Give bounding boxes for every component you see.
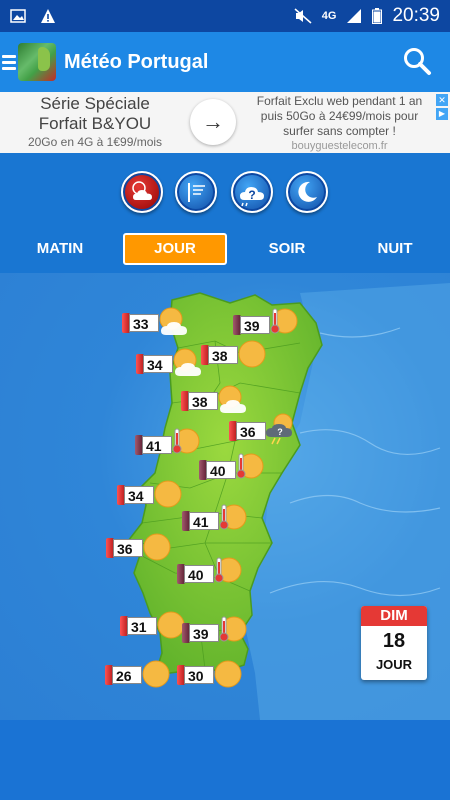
status-bar: 4G 20:39 <box>0 0 450 32</box>
ad-headline-2: Forfait B&YOU <box>38 114 152 133</box>
clock: 20:39 <box>392 5 440 26</box>
thermometer-sun-icon <box>219 616 247 642</box>
temperature-label: 30 <box>184 666 214 684</box>
temperature-label: 38 <box>208 346 238 364</box>
thermometer-sun-icon <box>219 504 247 530</box>
sun-icon <box>154 480 182 508</box>
ad-headline-1: Série Spéciale <box>40 94 150 113</box>
weather-mode-button[interactable] <box>121 171 163 213</box>
menu-icon[interactable] <box>2 54 16 70</box>
moon-icon <box>298 181 317 202</box>
svg-text:?: ? <box>277 427 283 437</box>
svg-text:?: ? <box>248 188 255 202</box>
thermometer-sun-icon <box>172 428 200 454</box>
sun-icon <box>142 660 170 688</box>
ad-arrow-button[interactable]: → <box>190 99 236 145</box>
temperature-label: 40 <box>206 461 236 479</box>
sun-cloud-icon <box>218 385 246 413</box>
sun-icon <box>143 533 171 561</box>
warning-notification-icon <box>41 9 55 23</box>
ad-right-text: Forfait Exclu web pendant 1 an puis 50Go… <box>242 92 437 153</box>
ad-subline: 20Go en 4G à 1€99/mois <box>27 135 163 149</box>
temperature-label: 40 <box>184 565 214 583</box>
app-title: Météo Portugal <box>64 50 209 73</box>
arrow-right-icon: → <box>202 109 224 134</box>
app-bar: Météo Portugal <box>0 32 450 92</box>
temperature-label: 39 <box>240 316 270 334</box>
search-icon[interactable] <box>402 46 432 76</box>
cloud-question-icon: ? <box>240 187 264 207</box>
storm-icon: ? <box>266 413 293 445</box>
ad-body-3: surfer sans compter ! <box>283 124 396 138</box>
ad-body-2: puis 50Go à 24€99/mois pour <box>260 109 419 123</box>
tab-jour[interactable]: JOUR <box>123 233 227 265</box>
tab-matin[interactable]: MATIN <box>8 233 112 265</box>
thermometer-sun-icon <box>214 557 242 583</box>
sun-cloud-icon <box>173 348 201 376</box>
day-number: 18 <box>382 630 406 652</box>
ad-banner[interactable]: Série Spéciale Forfait B&YOU 20Go en 4G … <box>0 92 450 153</box>
night-mode-button[interactable] <box>286 171 328 213</box>
network-type: 4G <box>321 10 337 22</box>
image-notification-icon <box>10 9 26 23</box>
period-label: JOUR <box>375 657 413 672</box>
temperature-label: 39 <box>189 624 219 642</box>
battery-icon <box>372 8 383 24</box>
wind-mode-button[interactable] <box>175 171 217 213</box>
temperature-label: 34 <box>124 486 154 504</box>
temperature-label: 33 <box>129 314 159 332</box>
bottom-area <box>0 720 450 800</box>
tab-soir[interactable]: SOIR <box>235 233 339 265</box>
sun-cloud-icon <box>132 181 152 200</box>
day-of-week: DIM <box>361 606 427 626</box>
ad-info-icon[interactable]: ▶ <box>436 108 448 120</box>
mute-icon <box>294 8 312 24</box>
period-tabs: MATIN JOUR SOIR NUIT <box>0 233 450 265</box>
temperature-label: 41 <box>142 436 172 454</box>
mode-selector: ? <box>0 171 450 215</box>
ad-url: bouyguestelecom.fr <box>291 140 388 152</box>
temperature-label: 26 <box>112 666 142 684</box>
tab-nuit[interactable]: NUIT <box>343 233 447 265</box>
ad-close-icon[interactable]: ✕ <box>436 94 448 106</box>
sun-icon <box>214 660 242 688</box>
temperature-label: 41 <box>189 512 219 530</box>
sun-icon <box>238 340 266 368</box>
date-selector[interactable]: DIM 18 JOUR <box>361 606 427 680</box>
thermometer-sun-icon <box>270 308 298 334</box>
sun-cloud-icon <box>159 307 187 335</box>
temperature-label: 31 <box>127 617 157 635</box>
temperature-label: 34 <box>143 355 173 373</box>
forecast-mode-button[interactable]: ? <box>231 171 273 213</box>
temperature-label: 36 <box>236 422 266 440</box>
thermometer-sun-icon <box>236 453 264 479</box>
signal-icon <box>347 9 362 23</box>
ad-body-1: Forfait Exclu web pendant 1 an <box>256 94 423 108</box>
temperature-label: 38 <box>188 392 218 410</box>
ad-left-text: Série Spéciale Forfait B&YOU 20Go en 4G … <box>0 92 190 153</box>
temperature-label: 36 <box>113 539 143 557</box>
app-logo[interactable] <box>18 43 56 81</box>
wind-icon <box>188 183 205 202</box>
